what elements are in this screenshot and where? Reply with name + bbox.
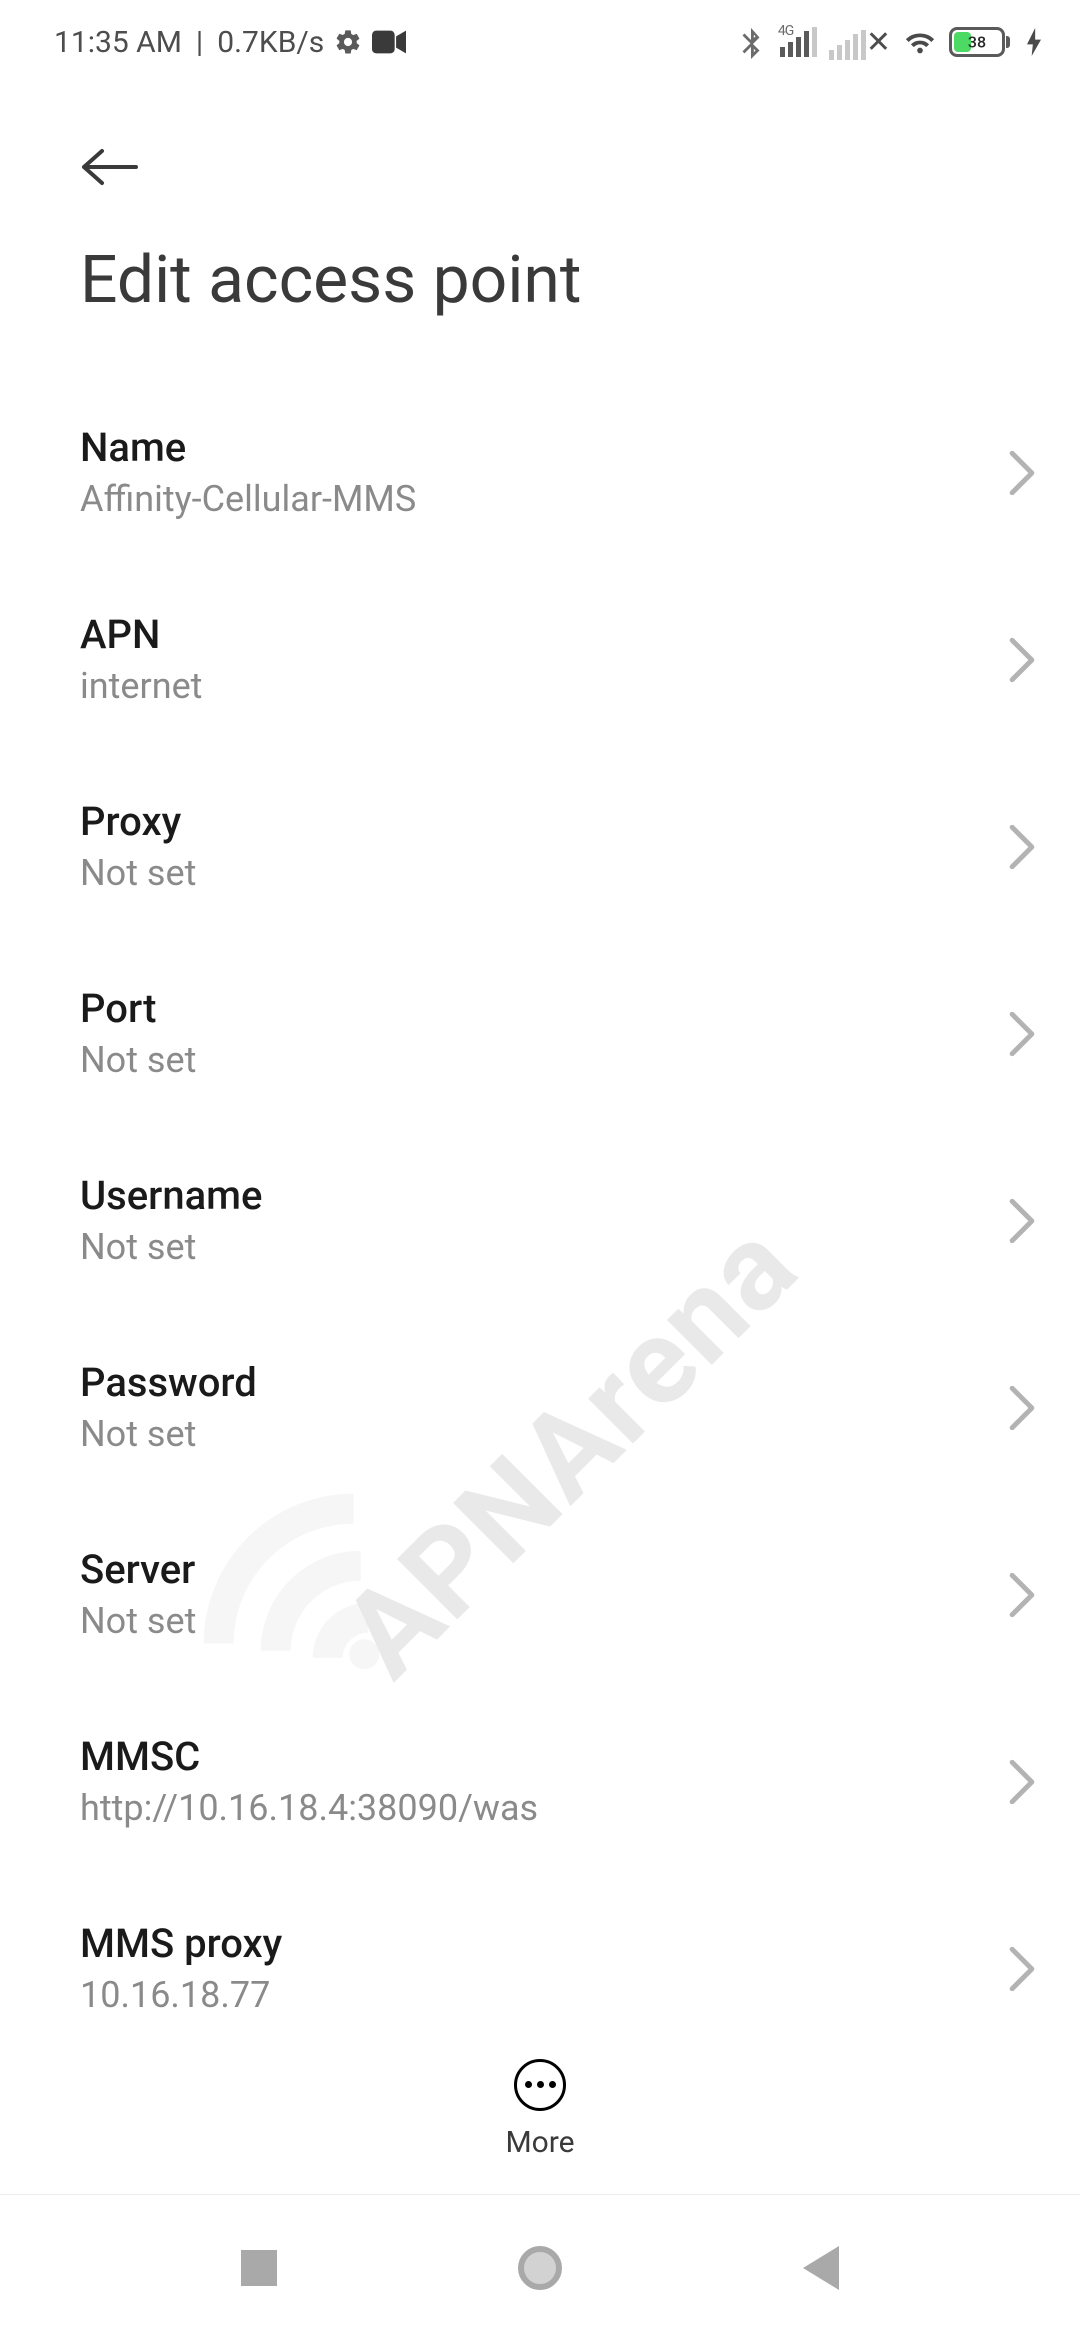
row-label: Port <box>80 984 988 1034</box>
row-apn[interactable]: APN internet <box>80 566 1036 753</box>
settings-icon <box>334 28 362 56</box>
row-port[interactable]: Port Not set <box>80 940 1036 1127</box>
nav-home-button[interactable] <box>518 2246 562 2290</box>
camera-icon <box>372 30 406 54</box>
status-net-speed: 0.7KB/s <box>217 25 324 60</box>
bluetooth-icon <box>734 25 768 59</box>
row-name[interactable]: Name Affinity-Cellular-MMS <box>80 379 1036 566</box>
status-bar: 11:35 AM | 0.7KB/s 4G ✕ 38 <box>0 0 1080 72</box>
signal-sim2: ✕ <box>829 25 891 60</box>
chevron-right-icon <box>1008 824 1036 870</box>
row-value: Not set <box>80 1038 988 1083</box>
chevron-right-icon <box>1008 1759 1036 1805</box>
no-signal-icon: ✕ <box>866 25 891 60</box>
row-proxy[interactable]: Proxy Not set <box>80 753 1036 940</box>
row-label: MMSC <box>80 1732 988 1782</box>
nav-back-button[interactable] <box>803 2246 839 2290</box>
back-button[interactable] <box>80 147 140 187</box>
chevron-right-icon <box>1008 1385 1036 1431</box>
nav-recent-button[interactable] <box>241 2250 277 2286</box>
bottom-action-bar: More <box>0 2024 1080 2194</box>
chevron-right-icon <box>1008 1946 1036 1992</box>
row-value: Not set <box>80 851 988 896</box>
row-value: Not set <box>80 1599 988 1644</box>
chevron-right-icon <box>1008 637 1036 683</box>
chevron-right-icon <box>1008 450 1036 496</box>
row-label: MMS proxy <box>80 1919 988 1969</box>
row-label: Server <box>80 1545 988 1595</box>
row-label: Name <box>80 423 988 473</box>
status-separator: | <box>196 25 203 60</box>
chevron-right-icon <box>1008 1198 1036 1244</box>
app-header: Edit access point <box>0 72 1080 319</box>
charging-icon <box>1026 28 1042 56</box>
row-value: http://10.16.18.4:38090/was <box>80 1786 988 1831</box>
chevron-right-icon <box>1008 1011 1036 1057</box>
row-label: Password <box>80 1358 988 1408</box>
mobile-data-label: 4G <box>778 23 793 39</box>
system-nav-bar <box>0 2194 1080 2340</box>
row-label: Username <box>80 1171 988 1221</box>
wifi-icon <box>903 25 937 59</box>
row-value: 10.16.18.77 <box>80 1973 988 2018</box>
battery-percent: 38 <box>968 33 986 52</box>
page-title: Edit access point <box>80 242 1026 319</box>
row-mms-proxy[interactable]: MMS proxy 10.16.18.77 <box>80 1875 1036 2019</box>
row-password[interactable]: Password Not set <box>80 1314 1036 1501</box>
row-value: Affinity-Cellular-MMS <box>80 477 988 522</box>
row-value: internet <box>80 664 988 709</box>
row-label: APN <box>80 610 988 660</box>
chevron-right-icon <box>1008 1572 1036 1618</box>
more-button[interactable] <box>514 2059 566 2111</box>
row-label: Proxy <box>80 797 988 847</box>
more-label: More <box>505 2125 574 2160</box>
row-username[interactable]: Username Not set <box>80 1127 1036 1314</box>
status-time: 11:35 AM <box>54 25 182 60</box>
signal-sim1: 4G <box>780 27 817 57</box>
apn-settings-list: Name Affinity-Cellular-MMS APN internet … <box>0 319 1080 2019</box>
row-value: Not set <box>80 1225 988 1270</box>
row-value: Not set <box>80 1412 988 1457</box>
battery-indicator: 38 <box>949 27 1010 57</box>
row-server[interactable]: Server Not set <box>80 1501 1036 1688</box>
row-mmsc[interactable]: MMSC http://10.16.18.4:38090/was <box>80 1688 1036 1875</box>
